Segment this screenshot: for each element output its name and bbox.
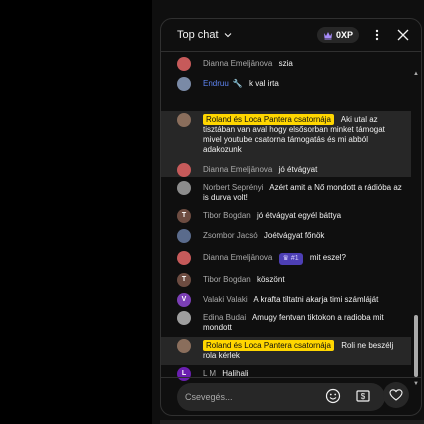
message-author[interactable]: Valaki Valaki [203, 295, 248, 304]
message-author[interactable]: Dianna Emeljānova [203, 165, 272, 174]
svg-text:$: $ [361, 392, 366, 401]
message-author[interactable]: Tibor Bogdan [203, 275, 251, 284]
message-author[interactable]: Tibor Bogdan [203, 211, 251, 220]
message-text: mit eszel? [309, 253, 346, 262]
live-chat-panel: Top chat 0XP Dianna Emeljānova szia Endr… [160, 18, 422, 416]
scroll-up-arrow-icon[interactable]: ▲ [413, 71, 419, 77]
chat-message[interactable]: V Valaki Valaki A krafta tiltatni akarja… [161, 293, 411, 307]
message-author[interactable]: Zsombor Jacsó [203, 231, 258, 240]
owner-avatar [177, 339, 191, 353]
close-chat-button[interactable] [393, 25, 413, 45]
user-avatar: T [177, 209, 191, 223]
message-text: szia [278, 59, 293, 68]
more-options-button[interactable] [367, 25, 387, 45]
chat-messages-list: Dianna Emeljānova szia Endruu 🔧 k val irt… [161, 53, 411, 385]
chevron-down-icon [224, 33, 231, 38]
close-icon [397, 29, 409, 41]
message-text: A krafta tiltatni akarja timi számláját [253, 295, 379, 304]
user-avatar [177, 311, 191, 325]
chat-header: Top chat 0XP [161, 19, 421, 52]
more-vert-icon [375, 29, 379, 41]
owner-author-badge[interactable]: Roland és Loca Pantera csatornája [203, 340, 334, 351]
scrollbar-thumb[interactable] [414, 315, 418, 377]
crown-icon: ♛ [282, 255, 289, 262]
chat-scrollbar[interactable]: ▲ ▼ [413, 71, 419, 387]
message-author[interactable]: Dianna Emeljānova [203, 59, 272, 68]
message-author[interactable]: Endruu [203, 79, 229, 88]
user-avatar [177, 163, 191, 177]
emoji-button[interactable] [325, 388, 341, 404]
owner-author-badge[interactable]: Roland és Loca Pantera csatornája [203, 114, 334, 125]
chat-title-label: Top chat [177, 29, 219, 41]
money-icon: $ [356, 390, 370, 402]
user-avatar: T [177, 273, 191, 287]
chat-message[interactable]: Edina Budai Amugy fentvan tiktokon a rad… [161, 311, 411, 333]
user-avatar [177, 77, 191, 91]
xp-badge[interactable]: 0XP [316, 27, 359, 43]
chat-message[interactable]: Dianna Emeljānova szia [161, 57, 411, 71]
chat-message[interactable]: T Tibor Bogdan jó étvágyat egyél báttya [161, 209, 411, 223]
moderator-wrench-icon: 🔧 [232, 79, 243, 88]
message-text: jó étvágyat [278, 165, 318, 174]
chat-message[interactable]: Dianna Emeljānova jó étvágyat [161, 163, 411, 177]
user-avatar [177, 181, 191, 195]
user-avatar [177, 251, 191, 265]
chat-message-highlighted[interactable]: Roland és Loca Pantera csatornája Roli n… [161, 337, 411, 365]
heart-icon [389, 389, 403, 401]
xp-value: 0XP [335, 30, 353, 40]
chat-mode-dropdown[interactable]: Top chat [177, 29, 233, 41]
emoji-icon [325, 388, 341, 404]
message-text: Joétvágyat főnök [263, 231, 325, 240]
super-chat-button[interactable]: $ [355, 388, 371, 404]
chat-message[interactable]: Norbert Seprényi Azért amit a Nő mondott… [161, 181, 411, 203]
user-avatar [177, 229, 191, 243]
chat-message[interactable]: T Tibor Bogdan köszönt [161, 273, 411, 287]
message-author[interactable]: Norbert Seprényi [203, 183, 263, 192]
chat-footer: $ [161, 377, 421, 415]
user-avatar: V [177, 293, 191, 307]
like-button[interactable] [383, 382, 409, 408]
chat-message[interactable]: Endruu 🔧 k val irta [161, 77, 411, 91]
bottom-strip [160, 420, 424, 424]
message-text: k val irta [249, 79, 279, 88]
message-author[interactable]: Dianna Emeljānova [203, 253, 272, 262]
member-badge: ♛ #1 [278, 253, 303, 265]
video-area-background [0, 0, 152, 424]
crown-icon [323, 31, 332, 39]
chat-message[interactable]: Dianna Emeljānova ♛ #1 mit eszel? [161, 251, 411, 265]
message-author[interactable]: Edina Budai [203, 313, 246, 322]
message-text: jó étvágyat egyél báttya [256, 211, 342, 220]
chat-message-input[interactable] [177, 383, 385, 411]
chat-message[interactable]: Zsombor Jacsó Joétvágyat főnök [161, 229, 411, 243]
owner-avatar [177, 113, 191, 127]
message-text: köszönt [256, 275, 285, 284]
user-avatar [177, 57, 191, 71]
